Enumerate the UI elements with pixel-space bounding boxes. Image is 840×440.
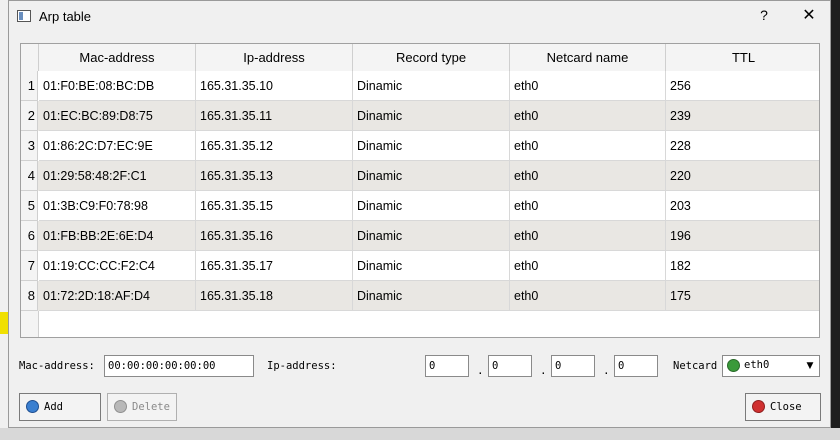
close-button[interactable]: Close: [745, 393, 821, 421]
cell-record-type[interactable]: Dinamic: [353, 161, 510, 191]
cell-netcard-name[interactable]: eth0: [510, 131, 666, 161]
chevron-down-icon[interactable]: ▼: [803, 358, 817, 374]
column-header-netcard[interactable]: Netcard name: [510, 44, 666, 71]
cell-ttl[interactable]: 220: [666, 161, 819, 191]
background-yellow-strip: [0, 312, 8, 334]
ip-separator: .: [603, 364, 610, 377]
cell-ip-address[interactable]: 165.31.35.11: [196, 101, 353, 131]
add-button-label: Add: [44, 401, 63, 413]
row-number[interactable]: 5: [21, 191, 38, 221]
cell-netcard-name[interactable]: eth0: [510, 71, 666, 101]
cell-mac-address[interactable]: 01:FB:BB:2E:6E:D4: [39, 221, 196, 251]
cell-netcard-name[interactable]: eth0: [510, 161, 666, 191]
help-button[interactable]: ?: [754, 7, 774, 23]
cell-mac-address[interactable]: 01:F0:BE:08:BC:DB: [39, 71, 196, 101]
cell-ttl[interactable]: 196: [666, 221, 819, 251]
cell-ip-address[interactable]: 165.31.35.16: [196, 221, 353, 251]
ip-octet-4-input[interactable]: 0: [614, 355, 658, 377]
cell-ip-address[interactable]: 165.31.35.12: [196, 131, 353, 161]
cell-ttl[interactable]: 182: [666, 251, 819, 281]
table-row[interactable]: 5 01:3B:C9:F0:78:98 165.31.35.15 Dinamic eth…: [21, 191, 819, 221]
row-number[interactable]: 3: [21, 131, 38, 161]
arp-table-dialog: Arp table ? ✕ Mac-address Ip-address Rec…: [8, 0, 831, 428]
mac-address-input[interactable]: 00:00:00:00:00:00: [104, 355, 254, 377]
delete-icon: [114, 400, 127, 413]
cell-ttl[interactable]: 203: [666, 191, 819, 221]
ip-separator: .: [477, 364, 484, 377]
table-row[interactable]: 3 01:86:2C:D7:EC:9E 165.31.35.12 Dinamic eth…: [21, 131, 819, 161]
cell-ttl[interactable]: 228: [666, 131, 819, 161]
cell-mac-address[interactable]: 01:EC:BC:89:D8:75: [39, 101, 196, 131]
column-header-ip[interactable]: Ip-address: [196, 44, 353, 71]
delete-button[interactable]: Delete: [107, 393, 177, 421]
ip-octet-1-input[interactable]: 0: [425, 355, 469, 377]
cell-ttl[interactable]: 175: [666, 281, 819, 311]
cell-record-type[interactable]: Dinamic: [353, 101, 510, 131]
cell-ttl[interactable]: 256: [666, 71, 819, 101]
cell-record-type[interactable]: Dinamic: [353, 221, 510, 251]
cell-ip-address[interactable]: 165.31.35.13: [196, 161, 353, 191]
row-number[interactable]: 8: [21, 281, 38, 311]
netcard-label: Netcard: [673, 360, 718, 372]
row-number[interactable]: 1: [21, 71, 38, 101]
ip-address-label: Ip-address:: [267, 360, 337, 372]
cell-record-type[interactable]: Dinamic: [353, 191, 510, 221]
table-row[interactable]: 8 01:72:2D:18:AF:D4 165.31.35.18 Dinamic eth…: [21, 281, 819, 311]
window-icon: [17, 10, 31, 22]
table-row[interactable]: 2 01:EC:BC:89:D8:75 165.31.35.11 Dinamic eth…: [21, 101, 819, 131]
column-header-ttl[interactable]: TTL: [666, 44, 819, 71]
add-button[interactable]: Add: [19, 393, 101, 421]
background-bottom-strip: [0, 428, 840, 440]
netcard-select[interactable]: eth0 ▼: [722, 355, 820, 377]
cell-ip-address[interactable]: 165.31.35.10: [196, 71, 353, 101]
green-globe-icon: [727, 359, 740, 372]
cell-mac-address[interactable]: 01:72:2D:18:AF:D4: [39, 281, 196, 311]
cell-record-type[interactable]: Dinamic: [353, 131, 510, 161]
netcard-select-value: eth0: [744, 359, 770, 371]
empty-row-gutter: [21, 311, 39, 337]
table-row[interactable]: 6 01:FB:BB:2E:6E:D4 165.31.35.16 Dinamic eth…: [21, 221, 819, 251]
cell-mac-address[interactable]: 01:29:58:48:2F:C1: [39, 161, 196, 191]
arp-table[interactable]: Mac-address Ip-address Record type Netca…: [20, 43, 820, 338]
ip-octet-2-input[interactable]: 0: [488, 355, 532, 377]
cell-record-type[interactable]: Dinamic: [353, 71, 510, 101]
row-number[interactable]: 4: [21, 161, 38, 191]
row-number[interactable]: 2: [21, 101, 38, 131]
cell-mac-address[interactable]: 01:3B:C9:F0:78:98: [39, 191, 196, 221]
row-number[interactable]: 6: [21, 221, 38, 251]
table-header: Mac-address Ip-address Record type Netca…: [21, 44, 819, 72]
title-bar: Arp table ? ✕: [9, 1, 830, 33]
column-header-mac[interactable]: Mac-address: [39, 44, 196, 71]
cell-netcard-name[interactable]: eth0: [510, 101, 666, 131]
window-title: Arp table: [39, 9, 92, 24]
cell-mac-address[interactable]: 01:19:CC:CC:F2:C4: [39, 251, 196, 281]
cell-ip-address[interactable]: 165.31.35.15: [196, 191, 353, 221]
table-row[interactable]: 1 01:F0:BE:08:BC:DB 165.31.35.10 Dinamic eth…: [21, 71, 819, 101]
column-header-record-type[interactable]: Record type: [353, 44, 510, 71]
ip-separator: .: [540, 364, 547, 377]
corner-header[interactable]: [21, 44, 39, 71]
cell-record-type[interactable]: Dinamic: [353, 281, 510, 311]
background-window-edge: [0, 0, 8, 440]
row-number[interactable]: 7: [21, 251, 38, 281]
cell-ip-address[interactable]: 165.31.35.17: [196, 251, 353, 281]
close-icon: [752, 400, 765, 413]
cell-record-type[interactable]: Dinamic: [353, 251, 510, 281]
cell-netcard-name[interactable]: eth0: [510, 191, 666, 221]
close-window-button[interactable]: ✕: [799, 5, 819, 25]
cell-netcard-name[interactable]: eth0: [510, 251, 666, 281]
table-row[interactable]: 4 01:29:58:48:2F:C1 165.31.35.13 Dinamic eth…: [21, 161, 819, 191]
cell-netcard-name[interactable]: eth0: [510, 221, 666, 251]
cell-ttl[interactable]: 239: [666, 101, 819, 131]
close-button-label: Close: [770, 401, 802, 413]
cell-ip-address[interactable]: 165.31.35.18: [196, 281, 353, 311]
add-icon: [26, 400, 39, 413]
cell-mac-address[interactable]: 01:86:2C:D7:EC:9E: [39, 131, 196, 161]
mac-address-label: Mac-address:: [19, 360, 95, 372]
table-row[interactable]: 7 01:19:CC:CC:F2:C4 165.31.35.17 Dinamic eth…: [21, 251, 819, 281]
delete-button-label: Delete: [132, 401, 170, 413]
cell-netcard-name[interactable]: eth0: [510, 281, 666, 311]
ip-octet-3-input[interactable]: 0: [551, 355, 595, 377]
